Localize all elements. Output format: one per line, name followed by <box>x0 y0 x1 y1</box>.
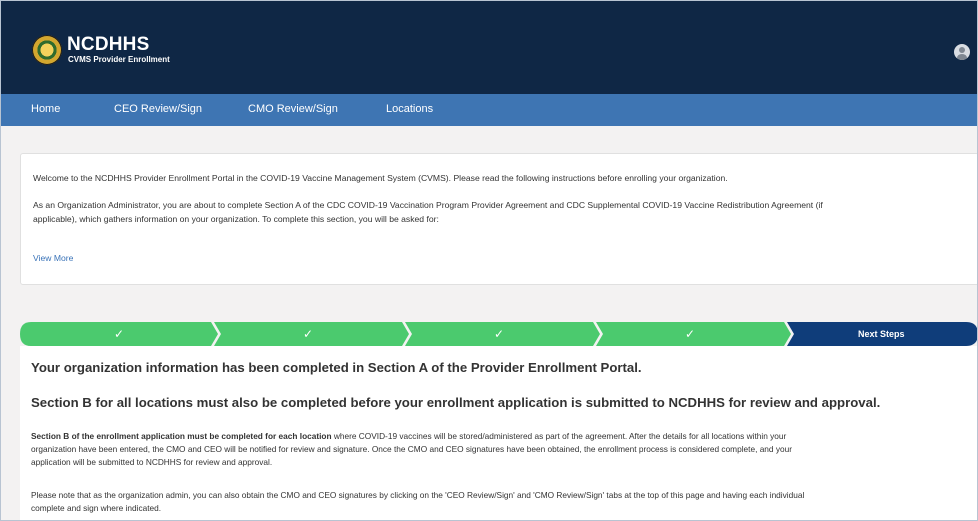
section-b-line1-rest: where COVID-19 vaccines will be stored/a… <box>331 431 787 441</box>
step-3-check-icon: ✓ <box>494 327 505 341</box>
nav-home[interactable]: Home <box>31 103 60 115</box>
brand-subtitle: CVMS Provider Enrollment <box>68 55 170 64</box>
admin-instructions-line2: applicable), which gathers information o… <box>33 214 439 224</box>
brand-title: NCDHHS <box>67 34 150 55</box>
welcome-text: Welcome to the NCDHHS Provider Enrollmen… <box>33 173 728 183</box>
welcome-card: Welcome to the NCDHHS Provider Enrollmen… <box>20 153 977 285</box>
nav-ceo-review-sign[interactable]: CEO Review/Sign <box>114 103 202 115</box>
app-window: NCDHHS CVMS Provider Enrollment Home CEO… <box>0 0 978 521</box>
step-1-check-icon: ✓ <box>114 327 125 341</box>
completion-panel: Your organization information has been c… <box>20 346 977 520</box>
step-4-check-icon: ✓ <box>685 327 696 341</box>
step-2-check-icon: ✓ <box>303 327 314 341</box>
view-more-link[interactable]: View More <box>33 251 73 265</box>
nav-cmo-review-sign[interactable]: CMO Review/Sign <box>248 103 338 115</box>
ncdhhs-seal-logo <box>32 35 62 65</box>
section-b-paragraph-line1: Section B of the enrollment application … <box>31 430 971 444</box>
section-b-heading: Section B for all locations must also be… <box>31 395 881 410</box>
section-b-paragraph-line2: organization have been entered, the CMO … <box>31 444 792 454</box>
admin-note-line2: complete and sign where indicated. <box>31 503 162 513</box>
admin-note-line1: Please note that as the organization adm… <box>31 490 805 500</box>
section-b-bold-lead: Section B of the enrollment application … <box>31 431 332 441</box>
app-header: NCDHHS CVMS Provider Enrollment <box>1 1 977 94</box>
step-5-label: Next Steps <box>858 329 905 339</box>
section-b-paragraph-line3: application will be submitted to NCDHHS … <box>31 457 273 467</box>
admin-instructions-line1: As an Organization Administrator, you ar… <box>33 200 823 210</box>
nav-locations[interactable]: Locations <box>386 103 433 115</box>
top-nav: Home CEO Review/Sign CMO Review/Sign Loc… <box>1 94 977 126</box>
user-avatar-icon[interactable] <box>954 44 970 60</box>
completion-heading: Your organization information has been c… <box>31 360 642 375</box>
